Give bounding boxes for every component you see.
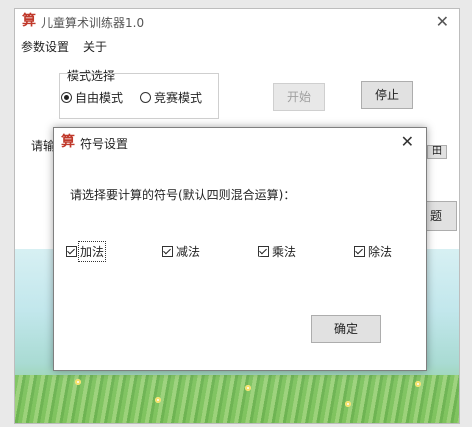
app-logo-icon: 算	[22, 13, 36, 29]
window-title: 儿童算术训练器1.0	[41, 16, 145, 30]
small-button[interactable]: 田	[427, 145, 447, 159]
confirm-button[interactable]: 确定	[311, 315, 381, 343]
title-bar: 算 儿童算术训练器1.0 ✕	[15, 9, 459, 35]
radio-selected-icon	[61, 92, 72, 103]
radio-contest-mode[interactable]: 竞赛模式	[140, 89, 202, 106]
radio-free-mode[interactable]: 自由模式	[61, 89, 123, 106]
radio-unselected-icon	[140, 92, 151, 103]
close-icon[interactable]: ✕	[436, 12, 449, 31]
grass-decoration	[15, 375, 459, 423]
flower-decoration	[155, 397, 161, 403]
dialog-title: 符号设置	[80, 137, 129, 151]
flower-decoration	[75, 379, 81, 385]
menu-item-about[interactable]: 关于	[83, 38, 107, 55]
checkbox-division[interactable]: 除法	[354, 243, 392, 260]
checkbox-label: 除法	[368, 245, 393, 259]
flower-decoration	[415, 381, 421, 387]
checkbox-label: 加法	[77, 241, 107, 262]
checkbox-checked-icon	[354, 246, 365, 257]
stop-button[interactable]: 停止	[361, 81, 413, 109]
watermark-sub: .com	[265, 262, 300, 276]
checkbox-addition[interactable]: 加法	[66, 241, 107, 262]
watermark: UEBUG.com	[175, 254, 299, 279]
radio-label: 竞赛模式	[154, 91, 203, 105]
flower-decoration	[345, 401, 351, 407]
dialog-logo-icon: 算	[61, 134, 75, 150]
checkbox-checked-icon	[162, 246, 173, 257]
radio-label: 自由模式	[75, 91, 124, 105]
menu-item-settings[interactable]: 参数设置	[21, 38, 69, 55]
watermark-main: UEBUG	[175, 254, 266, 279]
flower-decoration	[245, 385, 251, 391]
checkbox-checked-icon	[66, 246, 77, 257]
symbol-settings-dialog: 算 符号设置 ✕ 请选择要计算的符号(默认四则混合运算)： 加法 减法 乘法 除…	[53, 127, 427, 371]
dialog-close-icon[interactable]: ✕	[401, 132, 414, 151]
menu-bar: 参数设置 关于	[15, 36, 459, 56]
start-button[interactable]: 开始	[273, 83, 325, 111]
dialog-prompt: 请选择要计算的符号(默认四则混合运算)：	[70, 188, 296, 202]
input-label: 请输	[31, 139, 56, 153]
